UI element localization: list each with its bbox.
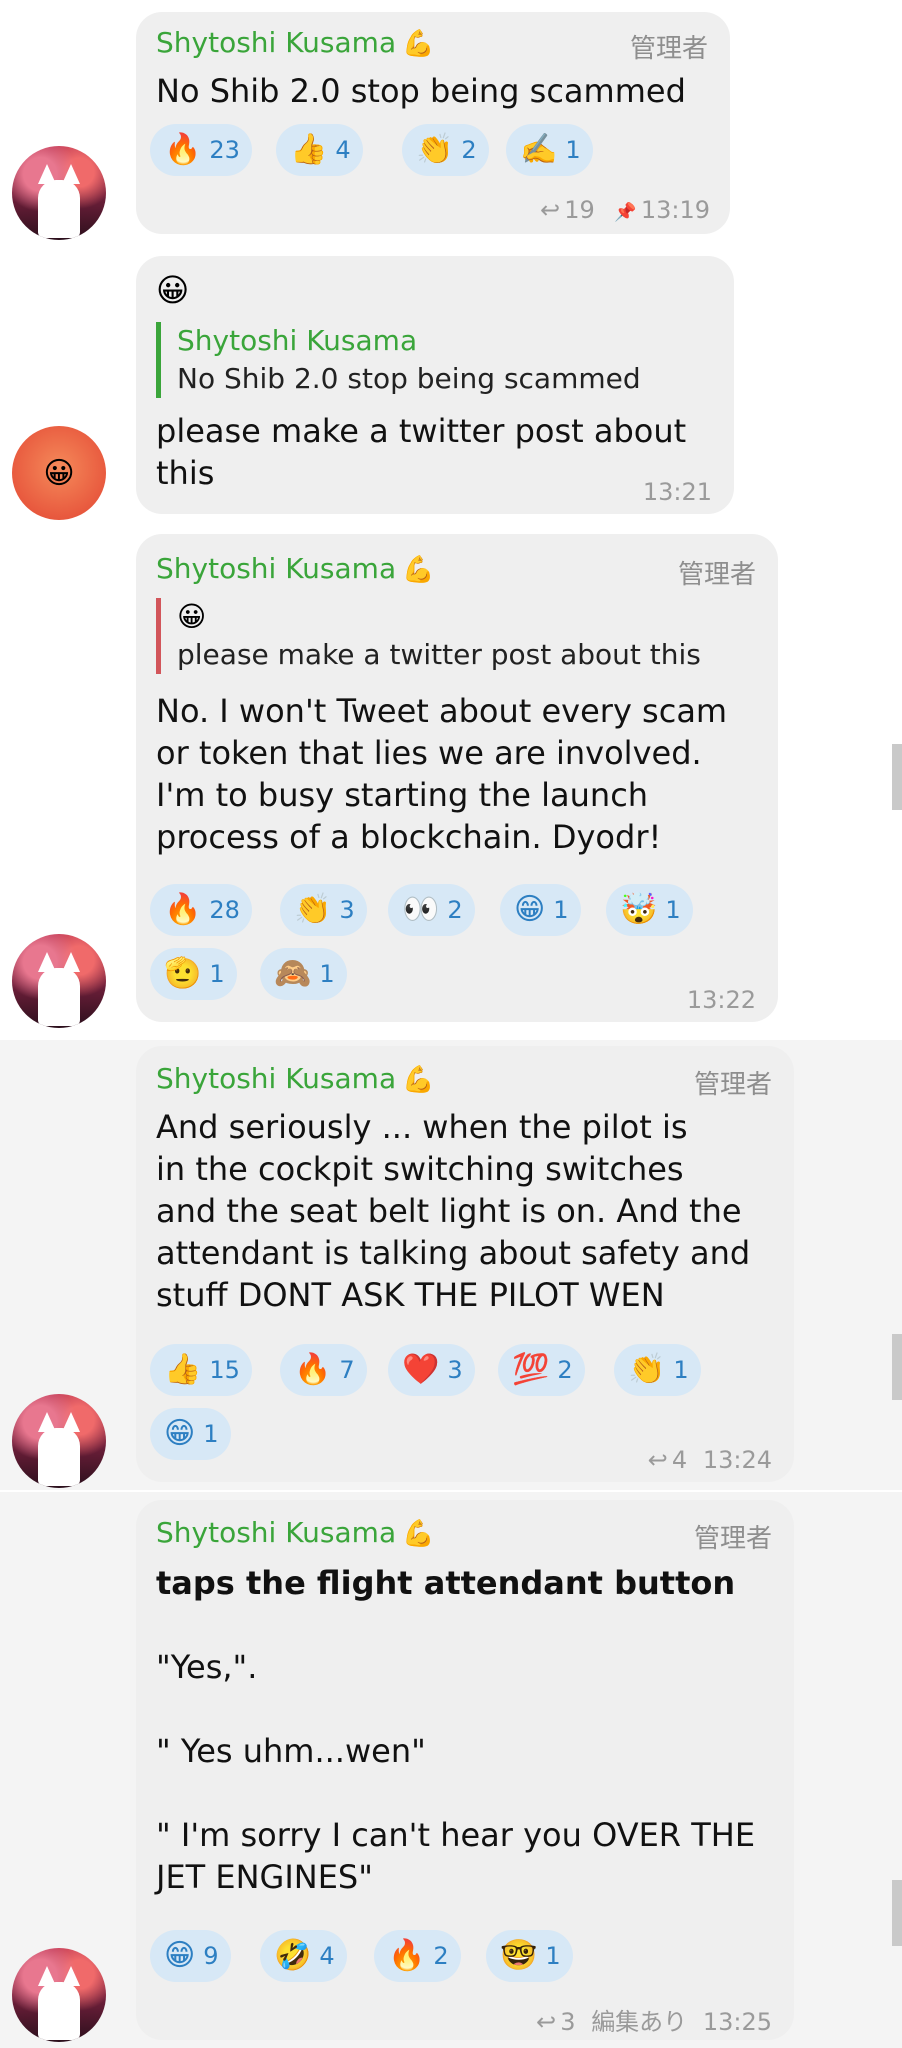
thumbs-up-icon: 👍 xyxy=(164,1352,202,1387)
grinning-face-icon: 😁 xyxy=(164,1416,196,1451)
admin-badge: 管理者 xyxy=(677,560,756,590)
quote-emoji: 😀 xyxy=(177,600,207,633)
clapping-icon: 👏 xyxy=(416,132,454,167)
reply-icon: ↩ xyxy=(536,2008,557,2036)
quote-sender: Shytoshi Kusama xyxy=(177,324,418,357)
reaction-chip[interactable]: ❤️ 3 xyxy=(388,1344,475,1396)
reply-count: 4 xyxy=(671,1446,688,1474)
fire-icon: 🔥 xyxy=(294,1352,332,1387)
message-time: 13:22 xyxy=(686,986,756,1014)
reaction-chip[interactable]: 🤣 4 xyxy=(260,1930,347,1982)
flexed-biceps-icon: 💪 xyxy=(402,1519,435,1549)
see-no-evil-monkey-icon: 🙈 xyxy=(274,956,312,991)
nerd-face-icon: 🤓 xyxy=(500,1938,538,1973)
message-meta: ↩ 3 編集あり 13:25 xyxy=(536,2002,772,2037)
fire-icon: 🔥 xyxy=(164,892,202,927)
reply-icon: ↩ xyxy=(647,1446,668,1474)
sender-name[interactable]: Shytoshi Kusama 💪 xyxy=(156,552,434,585)
reply-count: 19 xyxy=(564,196,595,224)
grinning-face-icon: 😁 xyxy=(514,892,546,927)
rolling-laughing-icon: 🤣 xyxy=(274,1938,312,1973)
message-bubble[interactable]: Shytoshi Kusama 💪 管理者 And seriously ... w… xyxy=(136,1046,794,1482)
message-text: "Yes,". " Yes uhm...wen" " I'm sorry I c… xyxy=(156,1648,756,1896)
writing-hand-icon: ✍️ xyxy=(520,132,558,167)
message-text: No. I won't Tweet about every scam or to… xyxy=(156,692,728,856)
clapping-icon: 👏 xyxy=(294,892,332,927)
scrollbar-thumb[interactable] xyxy=(892,1880,902,1946)
eyes-icon: 👀 xyxy=(402,892,440,927)
fire-icon: 🔥 xyxy=(164,132,202,167)
clapping-icon: 👏 xyxy=(628,1352,666,1387)
reaction-chip[interactable]: 👏 1 xyxy=(614,1344,701,1396)
thumbs-up-icon: 👍 xyxy=(290,132,328,167)
reaction-chip[interactable]: 👍 4 xyxy=(276,124,363,176)
sender-name[interactable]: Shytoshi Kusama 💪 xyxy=(156,1062,434,1095)
reaction-chip[interactable]: 👏 3 xyxy=(280,884,367,936)
reaction-chip[interactable]: 🔥 28 xyxy=(150,884,252,936)
avatar[interactable] xyxy=(12,146,106,240)
message-time: 13:24 xyxy=(702,1446,772,1474)
avatar[interactable] xyxy=(12,1948,106,2042)
reaction-chip[interactable]: 😁 1 xyxy=(150,1408,231,1460)
avatar[interactable] xyxy=(12,934,106,1028)
exploding-head-icon: 🤯 xyxy=(620,892,658,927)
reaction-chip[interactable]: 👍 15 xyxy=(150,1344,252,1396)
admin-badge: 管理者 xyxy=(693,1070,772,1100)
sender-emoji: 😀 xyxy=(156,271,190,309)
message-time: 13:25 xyxy=(702,2008,772,2036)
pin-icon: 📌 xyxy=(614,202,637,223)
fire-icon: 🔥 xyxy=(388,1938,426,1973)
message-text: No Shib 2.0 stop being scammed xyxy=(156,72,686,110)
message-time: 13:21 xyxy=(642,478,712,506)
message-meta: 13:22 xyxy=(687,986,756,1014)
message-meta: 13:21 xyxy=(643,478,712,506)
reaction-chip[interactable]: 💯 2 xyxy=(498,1344,585,1396)
flexed-biceps-icon: 💪 xyxy=(402,29,435,59)
grinning-face-icon: 😁 xyxy=(164,1938,196,1973)
quote-text: No Shib 2.0 stop being scammed xyxy=(177,362,641,395)
message-bubble[interactable]: 😀 Shytoshi Kusama No Shib 2.0 stop being… xyxy=(136,256,734,514)
message-meta: ↩ 4 13:24 xyxy=(648,1446,772,1474)
sender-name[interactable]: Shytoshi Kusama 💪 xyxy=(156,1516,434,1549)
reaction-chip[interactable]: 🫡 1 xyxy=(150,948,237,1000)
reaction-chip[interactable]: 👀 2 xyxy=(388,884,475,936)
reaction-chip[interactable]: 🔥 23 xyxy=(150,124,252,176)
avatar[interactable] xyxy=(12,1394,106,1488)
reaction-chip[interactable]: 😁 9 xyxy=(150,1930,231,1982)
message-bubble[interactable]: Shytoshi Kusama 💪 管理者 No Shib 2.0 stop be… xyxy=(136,12,730,234)
saluting-face-icon: 🫡 xyxy=(164,956,202,991)
reaction-chip[interactable]: 👏 2 xyxy=(402,124,489,176)
scrollbar-thumb[interactable] xyxy=(892,744,902,810)
message-bubble[interactable]: Shytoshi Kusama 💪 管理者 taps the flight att… xyxy=(136,1500,794,2040)
reaction-chip[interactable]: 🤯 1 xyxy=(606,884,693,936)
flexed-biceps-icon: 💪 xyxy=(402,1065,435,1095)
admin-badge: 管理者 xyxy=(693,1524,772,1554)
reply-quote[interactable]: Shytoshi Kusama No Shib 2.0 stop being s… xyxy=(156,322,641,398)
avatar[interactable]: 😀 xyxy=(12,426,106,520)
reaction-chip[interactable]: 😁 1 xyxy=(500,884,581,936)
reaction-chip[interactable]: 🔥 7 xyxy=(280,1344,367,1396)
quote-text: please make a twitter post about this xyxy=(177,638,701,671)
message-meta: ↩ 19 📌 13:19 xyxy=(540,196,710,224)
edited-label: 編集あり xyxy=(591,2008,688,2036)
reaction-chip[interactable]: 🤓 1 xyxy=(486,1930,573,1982)
message-text: And seriously ... when the pilot is in t… xyxy=(156,1108,751,1314)
grinning-face-icon: 😀 xyxy=(43,455,75,491)
message-text: please make a twitter post about this xyxy=(156,412,687,492)
flexed-biceps-icon: 💪 xyxy=(402,555,435,585)
reaction-chip[interactable]: ✍️ 1 xyxy=(506,124,593,176)
reply-quote[interactable]: 😀 please make a twitter post about this xyxy=(156,598,701,674)
reaction-chip[interactable]: 🙈 1 xyxy=(260,948,347,1000)
admin-badge: 管理者 xyxy=(629,34,708,64)
reply-count: 3 xyxy=(560,2008,576,2036)
sender-name[interactable]: Shytoshi Kusama 💪 xyxy=(156,26,434,59)
scrollbar-thumb[interactable] xyxy=(892,1334,902,1400)
message-time: 13:19 xyxy=(640,196,710,224)
message-bubble[interactable]: Shytoshi Kusama 💪 管理者 😀 please make a twi… xyxy=(136,534,778,1022)
reply-icon: ↩ xyxy=(540,196,561,224)
reaction-chip[interactable]: 🔥 2 xyxy=(374,1930,461,1982)
red-heart-icon: ❤️ xyxy=(402,1352,440,1387)
message-bold-text: taps the flight attendant button xyxy=(156,1564,736,1602)
hundred-points-icon: 💯 xyxy=(512,1352,550,1387)
